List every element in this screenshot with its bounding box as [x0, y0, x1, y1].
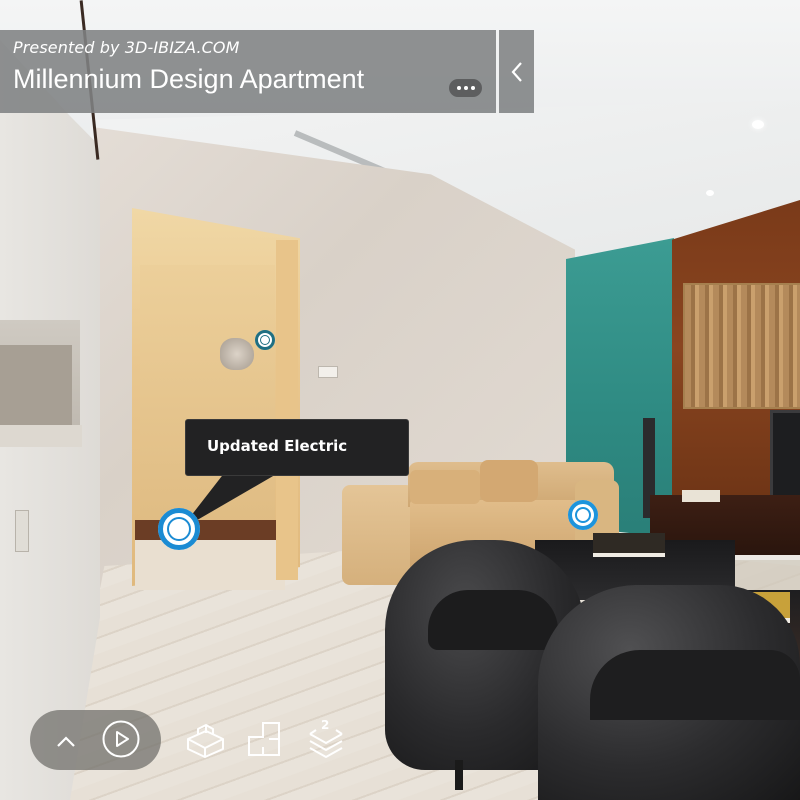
light-switch — [15, 510, 29, 552]
armchair-seat — [428, 590, 558, 650]
chevron-up-icon — [57, 736, 75, 747]
ceiling-light — [706, 190, 714, 196]
sofa-cushion — [410, 470, 480, 504]
ellipsis-icon-dot — [463, 86, 468, 90]
floor-number-badge: 2 — [321, 718, 330, 732]
wood-carving — [683, 283, 800, 409]
floorplan-view-button[interactable] — [245, 719, 283, 759]
more-info-button[interactable] — [449, 79, 482, 97]
presented-by: Presented by 3D-IBIZA.COM — [13, 38, 240, 57]
mattertag-tooltip: Updated Electric — [185, 419, 409, 476]
dollhouse-view-button[interactable] — [185, 721, 227, 759]
sofa-cushion — [480, 460, 538, 502]
floorplan-icon — [248, 722, 280, 756]
tour-title: Millennium Design Apartment — [13, 64, 365, 94]
chevron-left-icon — [511, 61, 522, 82]
wall-niche-inner — [0, 345, 72, 425]
books — [682, 490, 720, 502]
play-tour-button[interactable] — [101, 719, 141, 759]
niche-shelf — [0, 425, 82, 447]
floor-selector-button[interactable]: 2 — [306, 718, 346, 759]
sofa-arm — [342, 485, 414, 585]
mattertag-statue[interactable] — [255, 330, 275, 350]
play-icon — [102, 720, 140, 758]
mattertag-updated-electric[interactable] — [158, 508, 200, 550]
television — [770, 410, 800, 506]
title-panel: Presented by 3D-IBIZA.COM Millennium Des… — [0, 30, 496, 113]
armchair-seat — [590, 650, 800, 720]
wall-sculpture — [220, 338, 254, 370]
tour-controls-pill — [30, 710, 161, 770]
wall-switch — [318, 366, 338, 378]
ellipsis-icon — [456, 86, 461, 90]
panorama-viewport[interactable] — [0, 0, 800, 800]
hallway-floor — [135, 540, 285, 590]
dollhouse-icon — [187, 724, 224, 758]
ceiling-light — [752, 120, 764, 129]
ellipsis-icon-dot — [470, 86, 475, 90]
collapse-title-button[interactable] — [499, 30, 534, 113]
mattertag-sofa[interactable] — [568, 500, 598, 530]
expand-up-button[interactable] — [52, 728, 80, 754]
books — [593, 533, 665, 557]
armchair-leg — [455, 760, 463, 790]
tooltip-title: Updated Electric — [207, 437, 348, 455]
